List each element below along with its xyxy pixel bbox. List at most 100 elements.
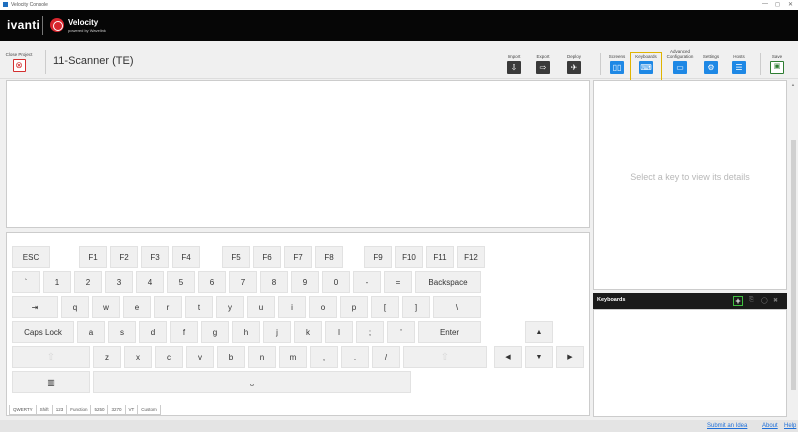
key[interactable]: n <box>248 346 276 368</box>
key[interactable]: - <box>353 271 381 293</box>
key[interactable]: / <box>372 346 400 368</box>
import-button[interactable]: Import ⇩ <box>505 54 523 74</box>
key[interactable]: Caps Lock <box>12 321 74 343</box>
key[interactable]: F9 <box>364 246 392 268</box>
key[interactable]: 7 <box>229 271 257 293</box>
maximize-button[interactable]: ◻ <box>775 1 780 8</box>
key[interactable]: w <box>92 296 120 318</box>
key[interactable]: j <box>263 321 291 343</box>
vertical-scrollbar[interactable]: ▲ <box>790 80 798 416</box>
key[interactable]: F6 <box>253 246 281 268</box>
key[interactable]: 1 <box>43 271 71 293</box>
key[interactable]: i <box>278 296 306 318</box>
key[interactable]: h <box>232 321 260 343</box>
key[interactable]: [ <box>371 296 399 318</box>
key[interactable]: o <box>309 296 337 318</box>
arrow-left-key[interactable]: ◀ <box>494 346 522 368</box>
key[interactable]: b <box>217 346 245 368</box>
key[interactable]: e <box>123 296 151 318</box>
key[interactable]: F12 <box>457 246 485 268</box>
tab-function[interactable]: Function <box>66 405 92 415</box>
key[interactable]: v <box>186 346 214 368</box>
key[interactable]: 0 <box>322 271 350 293</box>
layout-key[interactable]: ▥ <box>12 371 90 393</box>
key[interactable]: F11 <box>426 246 454 268</box>
key[interactable]: 9 <box>291 271 319 293</box>
key[interactable]: x <box>124 346 152 368</box>
submit-idea-link[interactable]: Submit an Idea <box>707 423 747 429</box>
key[interactable]: ] <box>402 296 430 318</box>
key[interactable]: f <box>170 321 198 343</box>
key[interactable]: . <box>341 346 369 368</box>
key[interactable]: g <box>201 321 229 343</box>
tab-3270[interactable]: 3270 <box>107 405 126 415</box>
advanced-configuration-button[interactable]: Advanced Configuration ▭ <box>664 44 696 79</box>
key[interactable]: 3 <box>105 271 133 293</box>
key[interactable]: p <box>340 296 368 318</box>
key[interactable]: ESC <box>12 246 50 268</box>
key[interactable]: F5 <box>222 246 250 268</box>
key[interactable]: 6 <box>198 271 226 293</box>
key[interactable]: q <box>61 296 89 318</box>
tab-qwerty[interactable]: QWERTY <box>9 405 37 415</box>
key[interactable]: a <box>77 321 105 343</box>
key[interactable]: F4 <box>172 246 200 268</box>
key[interactable]: ⇥ <box>12 296 58 318</box>
key[interactable]: Enter <box>418 321 481 343</box>
export-button[interactable]: Export ⇨ <box>533 54 553 74</box>
key[interactable]: k <box>294 321 322 343</box>
tab-shift[interactable]: Shift <box>35 405 53 415</box>
key[interactable]: u <box>247 296 275 318</box>
scrollbar-thumb[interactable] <box>791 140 796 390</box>
key[interactable]: r <box>154 296 182 318</box>
key[interactable]: \ <box>433 296 481 318</box>
key[interactable]: s <box>108 321 136 343</box>
key[interactable]: F10 <box>395 246 423 268</box>
arrow-up-key[interactable]: ▲ <box>525 321 553 343</box>
key[interactable]: ; <box>356 321 384 343</box>
shift-key[interactable]: ⇧ <box>12 346 90 368</box>
key[interactable]: 4 <box>136 271 164 293</box>
key[interactable]: 2 <box>74 271 102 293</box>
key[interactable]: z <box>93 346 121 368</box>
key[interactable]: F7 <box>284 246 312 268</box>
about-link[interactable]: About <box>762 423 778 429</box>
minimize-button[interactable]: — <box>762 1 768 7</box>
screens-button[interactable]: Screens ▯▯ <box>607 54 627 74</box>
key[interactable]: t <box>185 296 213 318</box>
key[interactable]: l <box>325 321 353 343</box>
refresh-icon[interactable]: ◯ <box>761 297 768 304</box>
delete-icon[interactable]: ✖ <box>773 297 778 304</box>
tab-custom[interactable]: Custom <box>137 405 161 415</box>
key[interactable]: ' <box>387 321 415 343</box>
duplicate-icon[interactable]: ⎘ <box>749 297 754 304</box>
key[interactable]: F1 <box>79 246 107 268</box>
arrow-right-key[interactable]: ▶ <box>556 346 584 368</box>
key[interactable]: F3 <box>141 246 169 268</box>
close-project-button[interactable]: Close Project ⊗ <box>4 52 34 72</box>
key[interactable]: = <box>384 271 412 293</box>
scroll-up-icon[interactable]: ▲ <box>791 82 795 87</box>
spacebar-key[interactable]: ⎵ <box>93 371 411 393</box>
tab-5250[interactable]: 5250 <box>90 405 109 415</box>
settings-button[interactable]: Settings ⚙ <box>700 54 722 74</box>
deploy-button[interactable]: Deploy ✈ <box>563 54 585 74</box>
key[interactable]: d <box>139 321 167 343</box>
key[interactable]: c <box>155 346 183 368</box>
keyboards-button[interactable]: Keyboards ⌨ <box>630 52 662 85</box>
save-button[interactable]: Save ▣ <box>768 54 786 74</box>
key[interactable]: ` <box>12 271 40 293</box>
key[interactable]: 5 <box>167 271 195 293</box>
key[interactable]: F2 <box>110 246 138 268</box>
tab-123[interactable]: 123 <box>51 405 68 415</box>
close-window-button[interactable]: ✕ <box>788 1 793 8</box>
key[interactable]: F8 <box>315 246 343 268</box>
key[interactable]: , <box>310 346 338 368</box>
shift-key[interactable]: ⇧ <box>403 346 487 368</box>
tab-vt[interactable]: VT <box>124 405 139 415</box>
key[interactable]: m <box>279 346 307 368</box>
key[interactable]: 8 <box>260 271 288 293</box>
add-keyboard-icon[interactable]: + <box>733 296 743 306</box>
key[interactable]: y <box>216 296 244 318</box>
key[interactable]: Backspace <box>415 271 481 293</box>
